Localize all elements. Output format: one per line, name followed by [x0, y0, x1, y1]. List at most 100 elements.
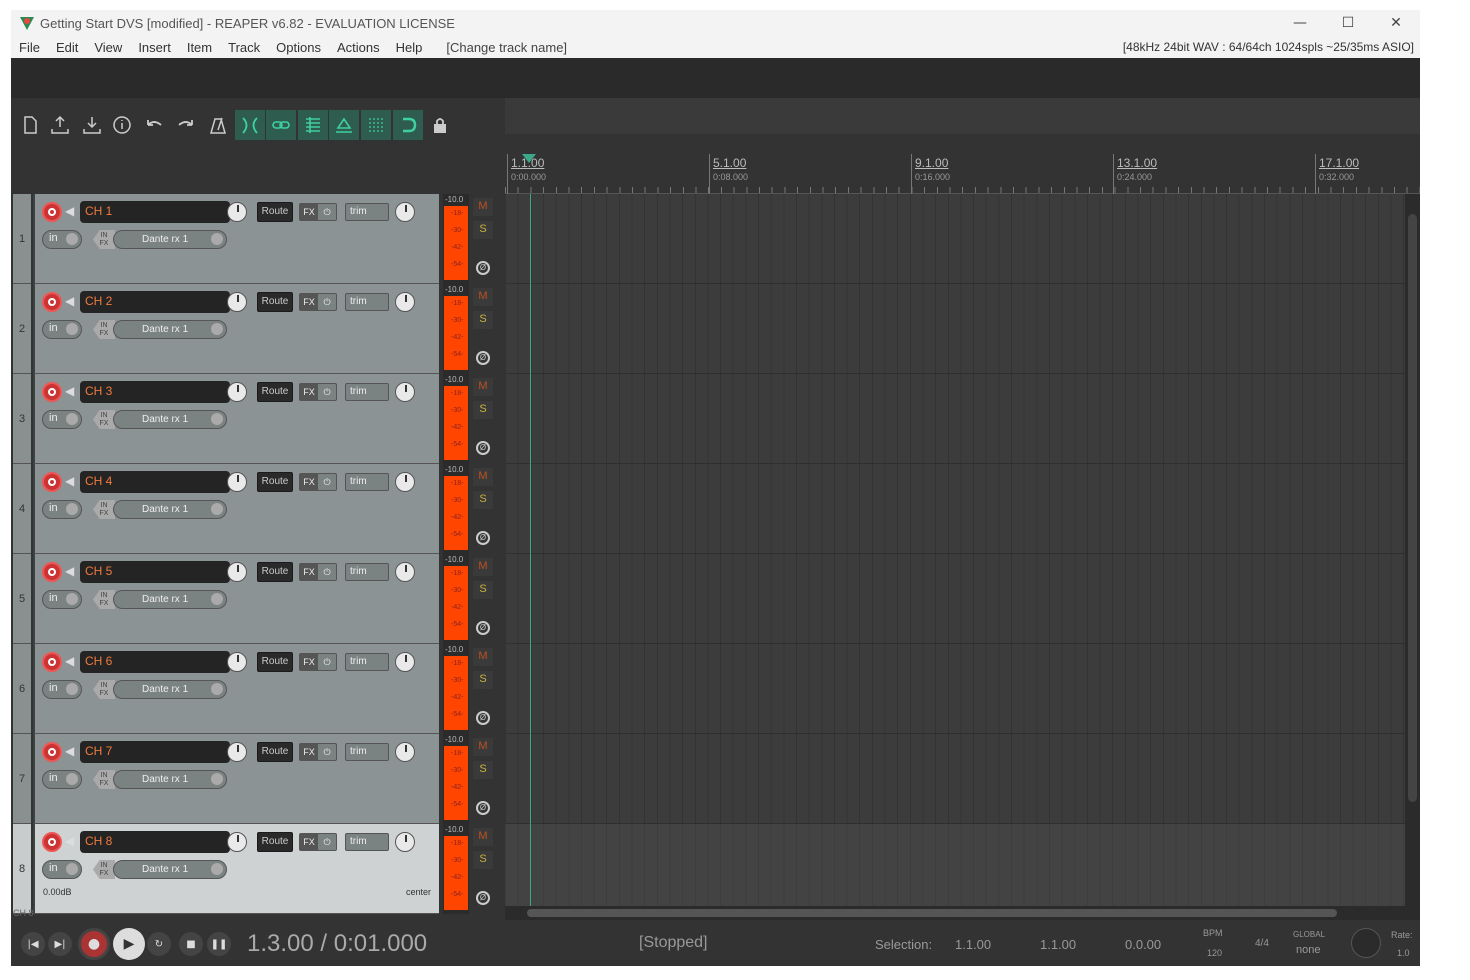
- speaker-icon[interactable]: ◀: [65, 744, 74, 758]
- track-number[interactable]: 6: [13, 644, 31, 734]
- track-number[interactable]: 1: [13, 194, 31, 284]
- record-arm-button[interactable]: [42, 472, 62, 492]
- track-name[interactable]: CH 7: [80, 741, 230, 763]
- input-monitor-button[interactable]: in: [42, 410, 82, 429]
- minimize-button[interactable]: —: [1276, 10, 1324, 36]
- metronome-icon[interactable]: [203, 110, 233, 140]
- route-button[interactable]: Route: [257, 742, 293, 762]
- route-button[interactable]: Route: [257, 562, 293, 582]
- pan-knob[interactable]: [395, 292, 415, 312]
- track-meter[interactable]: -10.0 -18- -30- -42- -54-: [443, 824, 469, 914]
- input-select[interactable]: Dante rx 1: [113, 230, 227, 249]
- fx-button[interactable]: FX ⏻: [299, 833, 337, 851]
- fx-bypass-icon[interactable]: ⏻: [318, 384, 336, 400]
- phase-invert-icon[interactable]: Ø: [476, 441, 490, 455]
- track-row[interactable]: 3 ◀ CH 3 Route FX ⏻ trim in IN FX Dante rx 1 -10.0-…: [11, 374, 505, 464]
- track-name[interactable]: CH 8: [80, 831, 230, 853]
- trim-envelope-button[interactable]: trim: [345, 293, 389, 311]
- trim-envelope-button[interactable]: trim: [345, 833, 389, 851]
- pan-knob[interactable]: [395, 382, 415, 402]
- record-arm-button[interactable]: [42, 382, 62, 402]
- pause-icon[interactable]: ❚❚: [207, 932, 231, 956]
- info-icon[interactable]: [107, 110, 137, 140]
- input-fx-icon[interactable]: IN FX: [93, 770, 115, 789]
- bpm-value[interactable]: 120: [1207, 948, 1222, 958]
- input-monitor-button[interactable]: in: [42, 230, 82, 249]
- trim-envelope-button[interactable]: trim: [345, 743, 389, 761]
- record-arm-button[interactable]: [42, 652, 62, 672]
- volume-knob[interactable]: [227, 562, 247, 582]
- track-row[interactable]: 7 ◀ CH 7 Route FX ⏻ trim in IN FX Dante rx 1 -10.0-…: [11, 734, 505, 824]
- track-meter[interactable]: -10.0 -18- -30- -42- -54-: [443, 194, 469, 284]
- speaker-icon[interactable]: ◀: [65, 564, 74, 578]
- record-arm-button[interactable]: [42, 742, 62, 762]
- route-button[interactable]: Route: [257, 832, 293, 852]
- undo-icon[interactable]: [139, 110, 169, 140]
- route-button[interactable]: Route: [257, 382, 293, 402]
- fx-button[interactable]: FX ⏻: [299, 563, 337, 581]
- track-lane[interactable]: [505, 824, 1405, 914]
- menu-view[interactable]: View: [86, 40, 130, 55]
- track-lane[interactable]: [505, 464, 1405, 554]
- solo-button[interactable]: S: [473, 401, 493, 419]
- stop-icon[interactable]: ■: [179, 932, 203, 956]
- input-fx-icon[interactable]: IN FX: [93, 590, 115, 609]
- menu-insert[interactable]: Insert: [130, 40, 179, 55]
- menu-actions[interactable]: Actions: [329, 40, 388, 55]
- repeat-icon[interactable]: ↻: [147, 932, 171, 956]
- track-meter[interactable]: -10.0 -18- -30- -42- -54-: [443, 374, 469, 464]
- track-header[interactable]: ◀ CH 6 Route FX ⏻ trim in IN FX Dante rx 1: [33, 644, 439, 734]
- phase-invert-icon[interactable]: Ø: [476, 801, 490, 815]
- input-monitor-button[interactable]: in: [42, 680, 82, 699]
- menu-options[interactable]: Options: [268, 40, 329, 55]
- trim-envelope-button[interactable]: trim: [345, 473, 389, 491]
- phase-invert-icon[interactable]: Ø: [476, 531, 490, 545]
- fx-button[interactable]: FX ⏻: [299, 653, 337, 671]
- redo-icon[interactable]: [171, 110, 201, 140]
- fx-button[interactable]: FX ⏻: [299, 383, 337, 401]
- ruler-marker[interactable]: 1.1.00 0:00.000: [507, 154, 546, 194]
- volume-knob[interactable]: [227, 742, 247, 762]
- input-select[interactable]: Dante rx 1: [113, 770, 227, 789]
- solo-button[interactable]: S: [473, 671, 493, 689]
- track-lane[interactable]: [505, 734, 1405, 824]
- volume-knob[interactable]: [227, 292, 247, 312]
- input-fx-icon[interactable]: IN FX: [93, 500, 115, 519]
- track-header[interactable]: ◀ CH 5 Route FX ⏻ trim in IN FX Dante rx 1: [33, 554, 439, 644]
- track-lane[interactable]: [505, 284, 1405, 374]
- ripple-icon[interactable]: [235, 110, 265, 140]
- menu-edit[interactable]: Edit: [48, 40, 86, 55]
- track-header[interactable]: ◀ CH 3 Route FX ⏻ trim in IN FX Dante rx 1: [33, 374, 439, 464]
- phase-invert-icon[interactable]: Ø: [476, 711, 490, 725]
- rate-value[interactable]: 1.0: [1397, 948, 1410, 958]
- pan-knob[interactable]: [395, 562, 415, 582]
- mute-button[interactable]: M: [473, 738, 493, 756]
- lock-icon[interactable]: [425, 110, 455, 140]
- solo-button[interactable]: S: [473, 761, 493, 779]
- mute-button[interactable]: M: [473, 558, 493, 576]
- ruler-marker[interactable]: 17.1.00 0:32.000: [1315, 154, 1359, 194]
- record-arm-button[interactable]: [42, 292, 62, 312]
- fx-bypass-icon[interactable]: ⏻: [318, 834, 336, 850]
- close-button[interactable]: ✕: [1372, 10, 1420, 36]
- solo-button[interactable]: S: [473, 221, 493, 239]
- pan-knob[interactable]: [395, 652, 415, 672]
- fx-bypass-icon[interactable]: ⏻: [318, 654, 336, 670]
- change-track-name-action[interactable]: [Change track name]: [446, 40, 567, 55]
- pan-knob[interactable]: [395, 472, 415, 492]
- track-name[interactable]: CH 1: [80, 201, 230, 223]
- input-monitor-button[interactable]: in: [42, 500, 82, 519]
- mute-button[interactable]: M: [473, 378, 493, 396]
- audio-status[interactable]: [48kHz 24bit WAV : 64/64ch 1024spls ~25/…: [1123, 40, 1414, 54]
- fx-bypass-icon[interactable]: ⏻: [318, 294, 336, 310]
- speaker-icon[interactable]: ◀: [65, 654, 74, 668]
- selection-end[interactable]: 1.1.00: [1040, 937, 1076, 952]
- selection-length[interactable]: 0.0.00: [1125, 937, 1161, 952]
- input-monitor-button[interactable]: in: [42, 860, 82, 879]
- pan-knob[interactable]: [395, 832, 415, 852]
- track-number[interactable]: 8: [13, 824, 31, 914]
- track-lane[interactable]: [505, 194, 1405, 284]
- track-meter[interactable]: -10.0 -18- -30- -42- -54-: [443, 284, 469, 374]
- track-row[interactable]: 8 ◀ CH 8 Route FX ⏻ trim in IN FX Dante rx 1 0.00dB…: [11, 824, 505, 914]
- record-arm-button[interactable]: [42, 562, 62, 582]
